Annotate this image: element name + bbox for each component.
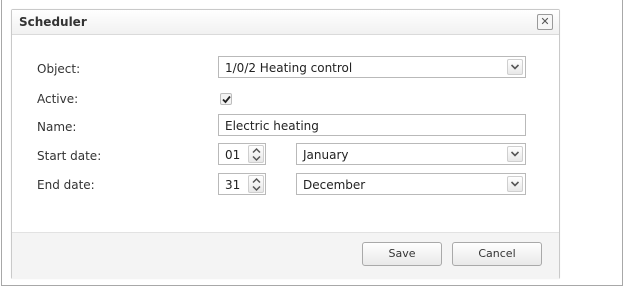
name-label: Name: <box>37 120 77 134</box>
start-day-spin-buttons[interactable] <box>248 145 264 163</box>
end-month-value: December <box>303 178 366 192</box>
close-icon: ✕ <box>540 15 550 28</box>
chevron-down-icon <box>252 155 261 162</box>
end-day-spin-buttons[interactable] <box>248 175 264 193</box>
object-select[interactable]: 1/0/2 Heating control <box>218 56 526 78</box>
end-day-value: 31 <box>225 178 241 192</box>
active-checkbox[interactable] <box>220 93 232 105</box>
close-button[interactable]: ✕ <box>537 14 553 30</box>
chevron-down-icon <box>507 146 523 162</box>
chevron-down-icon <box>507 59 523 75</box>
start-month-select[interactable]: January <box>296 143 526 165</box>
start-day-value: 01 <box>225 148 241 162</box>
window-frame: Scheduler ✕ Object: 1/0/2 Heating contro… <box>1 0 623 286</box>
cancel-button[interactable]: Cancel <box>452 242 542 266</box>
end-date-label: End date: <box>37 178 95 192</box>
chevron-down-icon <box>507 176 523 192</box>
name-field-value: Electric heating <box>225 119 319 133</box>
end-month-select[interactable]: December <box>296 173 526 195</box>
end-day-stepper[interactable]: 31 <box>218 173 266 195</box>
name-field[interactable]: Electric heating <box>218 114 526 136</box>
check-icon <box>222 95 231 104</box>
start-date-label: Start date: <box>37 149 102 163</box>
object-select-value: 1/0/2 Heating control <box>225 61 353 75</box>
dialog-footer: Save Cancel <box>12 232 559 279</box>
start-month-value: January <box>303 148 349 162</box>
chevron-down-icon <box>252 185 261 192</box>
dialog-titlebar: Scheduler ✕ <box>12 10 559 35</box>
object-label: Object: <box>37 62 81 76</box>
chevron-up-icon <box>252 177 261 184</box>
chevron-up-icon <box>252 147 261 154</box>
start-day-stepper[interactable]: 01 <box>218 143 266 165</box>
scheduler-dialog: Scheduler ✕ Object: 1/0/2 Heating contro… <box>11 9 560 279</box>
save-button[interactable]: Save <box>362 242 442 266</box>
dialog-title: Scheduler <box>19 15 87 29</box>
active-label: Active: <box>37 92 79 106</box>
